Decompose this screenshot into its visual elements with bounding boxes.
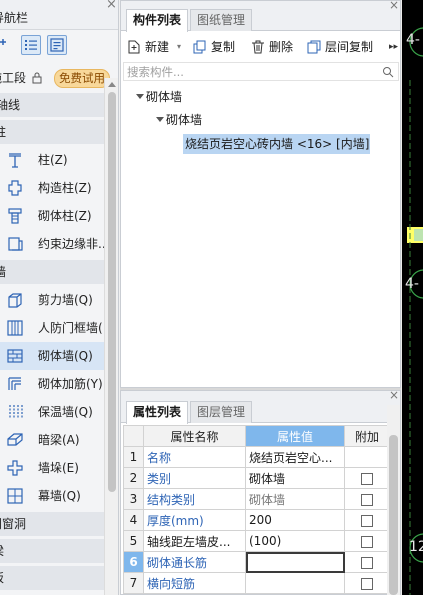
search-placeholder: 搜索构件... — [127, 65, 184, 79]
scroll-up-icon[interactable] — [108, 82, 116, 87]
tree-node-child[interactable]: 砌体墙 — [166, 111, 202, 128]
copy-icon — [193, 40, 206, 54]
floor-copy-icon — [307, 40, 321, 54]
axis-label: 4- — [405, 276, 419, 292]
nav-item-insulation-wall[interactable]: 保温墙(Q) — [0, 398, 104, 426]
tab-drawing-management[interactable]: 图纸管理 — [190, 9, 253, 31]
header-value[interactable]: 属性值 — [245, 425, 345, 447]
tree-node-root[interactable]: 砌体墙 — [146, 88, 182, 105]
panel-close-icon[interactable]: × — [389, 391, 399, 402]
expand-icon[interactable] — [136, 94, 144, 99]
extra-checkbox[interactable] — [361, 472, 373, 485]
list-view-icon[interactable] — [21, 35, 41, 55]
component-search-input[interactable]: 搜索构件... — [123, 62, 399, 81]
boundary-element-icon — [8, 237, 23, 251]
dropdown-icon[interactable]: ▾ — [177, 35, 181, 59]
masonry-reinforcement-icon — [8, 377, 21, 390]
nav-title: 导航栏 — [0, 11, 29, 25]
table-header-row: 属性名称 属性值 附加 — [123, 425, 390, 447]
floor-copy-button[interactable]: 层间复制 — [307, 35, 379, 59]
nav-item-masonry-column[interactable]: 砌体柱(Z) — [0, 202, 104, 230]
tab-property-list[interactable]: 属性列表 — [126, 401, 189, 424]
nav-item-hidden-beam[interactable]: 暗梁(A) — [0, 426, 104, 454]
section-label: 施工段 — [0, 71, 27, 85]
property-tabbar: 属性列表 图层管理 × — [121, 391, 400, 424]
wall-pier-icon — [7, 460, 23, 476]
table-row[interactable]: 7 横向短筋 — [123, 572, 390, 594]
tree-node-selected[interactable]: 烧结页岩空心砖内墙 <16> [内墙] — [183, 134, 370, 154]
civil-defense-wall-icon — [7, 320, 23, 336]
scroll-thumb[interactable] — [108, 92, 116, 492]
lock-icon — [32, 72, 42, 84]
hidden-beam-icon — [7, 433, 23, 446]
axis-label: 12 — [409, 539, 423, 555]
tree-view-icon[interactable] — [47, 35, 67, 55]
masonry-wall-icon — [7, 349, 23, 363]
table-row[interactable]: 6 砌体通长筋 — [123, 551, 390, 573]
extra-checkbox[interactable] — [361, 493, 373, 506]
scroll-thumb[interactable] — [389, 435, 398, 595]
constructional-column-icon — [8, 180, 22, 196]
component-list-panel: 构件列表 图纸管理 × 新建 ▾ 复制 删除 层间复制 ▸▸ 搜索构件... 砌… — [120, 0, 401, 388]
component-tabbar: 构件列表 图纸管理 × — [121, 0, 400, 32]
section-slab[interactable]: 板 — [0, 566, 104, 590]
expand-icon[interactable] — [156, 117, 164, 122]
nav-item-curtain-wall[interactable]: 幕墙(Q) — [0, 482, 104, 510]
nav-item-boundary-element[interactable]: 约束边缘非... — [0, 230, 104, 258]
extra-checkbox[interactable] — [361, 577, 373, 590]
table-row[interactable]: 5 轴线距左墙皮... (100) — [123, 530, 390, 552]
tab-component-list[interactable]: 构件列表 — [126, 9, 189, 32]
column-icon — [9, 153, 21, 168]
free-trial-badge[interactable]: 免费试用 — [54, 69, 110, 88]
navigation-panel: 导航栏 × 施工段 免费试用 轴线 柱 柱(Z) 构造柱(Z) 砌体柱(Z) 约… — [0, 0, 119, 595]
panel-close-icon[interactable]: × — [389, 0, 399, 12]
extra-checkbox[interactable] — [361, 556, 373, 569]
tab-layer-management[interactable]: 图层管理 — [190, 401, 253, 423]
insulation-wall-icon — [9, 405, 23, 419]
masonry-column-icon — [8, 208, 22, 224]
nav-item-masonry-wall[interactable]: 砌体墙(Q) — [0, 342, 104, 370]
nav-item-shear-wall[interactable]: 剪力墙(Q) — [0, 286, 104, 314]
table-row[interactable]: 1 名称 烧结页岩空心... — [123, 446, 390, 468]
delete-icon — [252, 40, 264, 54]
section-door-window[interactable]: 门窗洞 — [0, 512, 104, 536]
nav-close-icon[interactable]: × — [106, 0, 117, 12]
shear-wall-icon — [8, 293, 22, 308]
value-edit-cell[interactable] — [245, 551, 345, 573]
extra-checkbox[interactable] — [361, 514, 373, 527]
nav-item-wall-pier[interactable]: 墙垛(E) — [0, 454, 104, 482]
table-row[interactable]: 4 厚度(mm) 200 — [123, 509, 390, 531]
drawing-canvas[interactable]: 4- 4- 12 — [402, 0, 423, 595]
property-scrollbar[interactable] — [387, 405, 400, 595]
component-toolbar: 新建 ▾ 复制 删除 层间复制 ▸▸ — [121, 35, 400, 59]
header-name: 属性名称 — [143, 425, 246, 447]
table-row[interactable]: 2 类别 砌体墙 — [123, 467, 390, 489]
nav-item-masonry-reinforcement[interactable]: 砌体加筋(Y) — [0, 370, 104, 398]
new-button[interactable]: 新建 ▾ — [127, 35, 185, 59]
property-panel: 属性列表 图层管理 × 属性名称 属性值 附加 1 名称 烧结页岩空心... 2… — [120, 390, 401, 595]
section-axis[interactable]: 轴线 — [0, 93, 104, 117]
copy-button[interactable]: 复制 — [193, 35, 243, 59]
extra-checkbox[interactable] — [361, 535, 373, 548]
more-icon[interactable]: ▸▸ — [389, 35, 401, 59]
nav-header: 导航栏 × — [0, 0, 118, 30]
new-icon — [128, 40, 140, 54]
section-beam[interactable]: 梁 — [0, 539, 104, 563]
nav-item-civil-defense-wall[interactable]: 人防门框墙( — [0, 314, 104, 342]
axis-label: 4- — [406, 32, 420, 48]
search-icon[interactable] — [382, 66, 394, 78]
add-icon[interactable] — [0, 35, 16, 55]
nav-scrollbar[interactable] — [104, 78, 118, 595]
nav-toolbar — [0, 32, 118, 58]
property-table: 属性名称 属性值 附加 1 名称 烧结页岩空心... 2 类别 砌体墙 3 结构… — [123, 425, 390, 594]
section-wall[interactable]: 墙 — [0, 260, 104, 284]
canvas-drawing — [407, 27, 423, 595]
header-extra: 附加 — [344, 425, 390, 447]
nav-item-constructional-column[interactable]: 构造柱(Z) — [0, 174, 104, 202]
delete-button[interactable]: 删除 — [251, 35, 301, 59]
curtain-wall-icon — [7, 488, 23, 504]
section-column[interactable]: 柱 — [0, 120, 104, 144]
nav-item-column[interactable]: 柱(Z) — [0, 146, 104, 174]
table-row[interactable]: 3 结构类别 砌体墙 — [123, 488, 390, 510]
